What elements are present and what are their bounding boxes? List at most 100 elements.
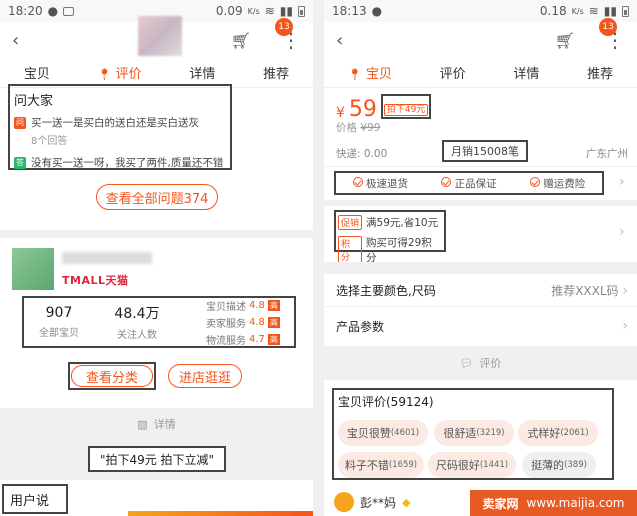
service-label: 极速退货 (366, 177, 408, 190)
store-scores: 宝贝描述 4.8 高 卖家服务 4.8 高 物流服务 4.7 高 (206, 296, 280, 349)
sku-label: 选择主要颜色,尺码 (336, 284, 436, 298)
promo-text: "拍下49元 拍下立减" (88, 446, 226, 472)
ship-location: 广东广州 (586, 148, 628, 160)
tab-review-label: 评价 (115, 67, 142, 82)
ask-everyone-section[interactable]: 问大家 问买一送一是买白的送白还是买白送灰 8个回答 答没有买一送一呀，我买了两… (8, 84, 232, 170)
tab-detail[interactable]: 详情 (189, 59, 215, 86)
current-price: 59 (348, 97, 377, 122)
score-tag: 高 (267, 299, 280, 311)
cart-icon[interactable]: 🛒︎ (231, 31, 251, 50)
review-summary[interactable]: 宝贝评价(59124) 宝贝很赞 (4601) 很舒适 (3219) 式样好 (206… (332, 388, 614, 480)
tmall-label: TMALL天猫 (62, 274, 129, 287)
sku-selector[interactable]: 选择主要颜色,尺码 推荐XXXL码 › (336, 282, 628, 299)
followers-value: 48.4万 (114, 306, 160, 322)
detail-divider: ▨ 详情 (0, 408, 313, 440)
price-tag-frame: 拍下49元 (380, 94, 432, 119)
review-tag-count: (3219) (476, 428, 505, 438)
tab-bar: 📍︎ 宝贝 评价 详情 推荐 (324, 58, 637, 88)
chat-icon: ● (47, 4, 59, 18)
net-speed: 0.09 (215, 4, 243, 18)
review-tag[interactable]: 宝贝很赞 (4601) (338, 420, 428, 446)
chevron-right-icon: › (622, 318, 628, 334)
reviewer-avatar (334, 492, 354, 512)
promo-tag: 促销 (338, 215, 363, 230)
service-guarantees[interactable]: 极速退货 正品保证 赠运费险 (334, 171, 604, 195)
check-icon (529, 176, 540, 187)
chevron-right-icon[interactable]: › (619, 174, 625, 190)
tab-recommend[interactable]: 推荐 (263, 59, 289, 86)
score-tag: 高 (267, 316, 280, 328)
reviewer-name: 彭**妈 (360, 495, 397, 510)
category-button[interactable]: 查看分类 (71, 365, 153, 387)
net-speed: 0.18 (539, 4, 567, 18)
review-tag-label: 料子不错 (344, 459, 389, 472)
review-tag[interactable]: 式样好 (2061) (518, 420, 598, 446)
score-value: 4.7 (249, 333, 265, 345)
stat-followers[interactable]: 48.4万关注人数 (94, 303, 180, 341)
stat-total-items[interactable]: 907 全部宝贝 (24, 305, 94, 339)
sku-value: 推荐XXXL码 (551, 284, 619, 298)
status-time: 18:20 (8, 4, 43, 18)
shipping-fee: 快递: 0.00 (336, 148, 388, 160)
product-params[interactable]: 产品参数 › (336, 318, 628, 335)
review-title: 宝贝评价(59124) (338, 395, 434, 409)
cart-icon[interactable]: 🛒︎ (555, 31, 575, 50)
score-label: 宝贝描述 (206, 301, 246, 313)
watermark-url: www.maijia.com (526, 496, 625, 510)
qa-title: 问大家 (14, 94, 54, 109)
all-questions-button[interactable]: 查看全部问题374 (96, 184, 218, 210)
back-icon[interactable]: ‹ (336, 30, 343, 51)
score-value: 4.8 (249, 299, 265, 311)
tab-item[interactable]: 宝贝 (24, 59, 50, 86)
message-badge: 13 (599, 18, 617, 36)
tab-review[interactable]: 评价 (440, 59, 466, 86)
detail-divider-label: 详情 (153, 418, 176, 431)
more-icon[interactable]: ⋮ 13 (275, 18, 301, 50)
chat-icon: ● (371, 4, 383, 18)
wifi-icon: ≋ (264, 4, 275, 18)
promotions[interactable]: 促销 满59元,省10元 积分 购买可得29积分 (334, 210, 446, 264)
qa-answer: 没有买一送一呀，我买了两件,质量还不错 (31, 157, 224, 169)
image-icon (63, 6, 75, 16)
points-tag: 积分 (338, 236, 362, 264)
tab-item[interactable]: 📍︎ 宝贝 (348, 59, 392, 86)
comment-icon: 💬︎ (459, 356, 474, 370)
nav-bar: ‹ 🛒︎ ⋮ 13 (0, 16, 313, 58)
monthly-sales: 月销15008笔 (442, 140, 528, 162)
service-label: 正品保证 (454, 177, 497, 190)
tab-recommend[interactable]: 推荐 (587, 59, 613, 86)
service-label: 赠运费险 (543, 177, 586, 190)
wifi-icon: ≋ (588, 4, 599, 18)
review-tag[interactable]: 很舒适 (3219) (434, 420, 514, 446)
status-bar: 18:13 ● 0.18 K/s ≋ ▮▮ (324, 0, 637, 22)
review-tag-label: 很舒适 (443, 427, 477, 440)
review-tag-label: 挺薄的 (531, 459, 565, 472)
followers-label: 关注人数 (117, 330, 157, 341)
tab-detail[interactable]: 详情 (513, 59, 539, 86)
currency-symbol: ¥ (336, 105, 345, 121)
reviewer-row: 彭**妈 ◆ (334, 492, 410, 512)
score-row: 卖家服务 4.8 高 (206, 315, 280, 330)
review-tag-count: (1659) (388, 460, 418, 470)
message-badge: 13 (275, 18, 293, 36)
category-button-frame: 查看分类 (68, 362, 156, 390)
tab-review[interactable]: 📍︎ 评价 (98, 59, 142, 86)
score-row: 物流服务 4.7 高 (206, 332, 280, 347)
back-icon[interactable]: ‹ (12, 30, 19, 51)
price-row: ¥ 59 拍下49元 (336, 94, 432, 122)
qa-question: 买一送一是买白的送白还是买白送灰 (31, 117, 199, 129)
review-tag[interactable]: 尺码很好 (1441) (428, 452, 516, 478)
chevron-right-icon[interactable]: › (619, 224, 625, 240)
watermark: 卖家网 www.maijia.com (470, 490, 637, 516)
more-icon[interactable]: ⋮ 13 (599, 18, 625, 50)
review-tag[interactable]: 挺薄的 (389) (522, 452, 596, 478)
visit-store-button[interactable]: 进店逛逛 (168, 364, 242, 388)
price-tag: 拍下49元 (383, 104, 429, 116)
right-screenshot: 18:13 ● 0.18 K/s ≋ ▮▮ ‹ 🛒︎ ⋮ 13 📍︎ 宝贝 评价 详情 推… (324, 0, 637, 516)
review-tag-label: 式样好 (527, 427, 561, 440)
divider (324, 166, 637, 167)
review-tag-count: (389) (564, 460, 587, 470)
review-tag[interactable]: 料子不错 (1659) (338, 452, 424, 478)
signal-icon: ▮▮ (603, 4, 617, 18)
nav-bar: ‹ 🛒︎ ⋮ 13 (324, 18, 637, 58)
